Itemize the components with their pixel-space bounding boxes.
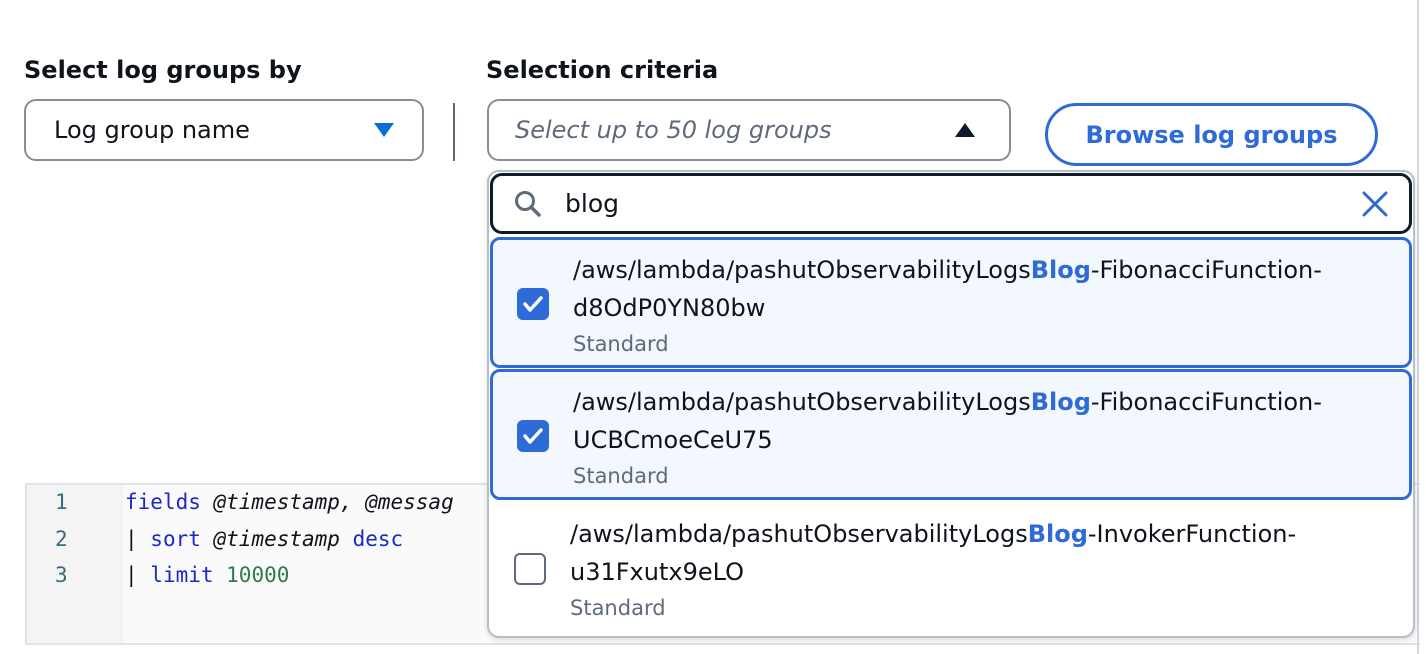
code-line: | sort @timestamp desc xyxy=(125,527,403,551)
log-group-option[interactable]: /aws/lambda/pashutObservabilityLogsBlog-… xyxy=(490,502,1412,636)
log-group-dropdown-panel: blog /aws/lambda/pashutObservabilityLogs… xyxy=(487,170,1415,638)
option-class: Standard xyxy=(573,332,669,356)
code-text: @timestamp xyxy=(200,527,353,551)
browse-log-groups-button[interactable]: Browse log groups xyxy=(1045,103,1378,166)
search-icon xyxy=(515,190,541,217)
checkbox-unchecked[interactable] xyxy=(514,553,546,585)
pipe: | xyxy=(125,527,151,551)
line-gutter xyxy=(27,485,123,643)
option-name-id: UCBCmoeCeU75 xyxy=(573,426,773,454)
keyword: desc xyxy=(352,527,404,551)
log-group-search-input[interactable]: blog xyxy=(490,173,1412,234)
option-name-prefix: /aws/lambda/pashutObservabilityLogs xyxy=(570,520,1028,548)
number: 10000 xyxy=(213,563,290,587)
option-name-match: Blog xyxy=(1030,256,1091,284)
option-name-suffix: -InvokerFunction- xyxy=(1087,520,1297,548)
option-name-id: d8OdP0YN80bw xyxy=(573,294,766,322)
code-text: @timestamp, @messag xyxy=(200,490,454,514)
line-number: 1 xyxy=(55,490,68,514)
select-by-label: Select log groups by xyxy=(24,56,302,84)
log-group-option[interactable]: /aws/lambda/pashutObservabilityLogsBlog-… xyxy=(490,237,1412,368)
check-icon xyxy=(523,428,543,444)
line-number: 3 xyxy=(55,563,68,587)
keyword: sort xyxy=(150,527,201,551)
option-name-match: Blog xyxy=(1030,388,1091,416)
scrollbar[interactable] xyxy=(1417,0,1419,654)
search-value: blog xyxy=(565,189,619,218)
clear-icon[interactable] xyxy=(1361,190,1389,218)
checkbox-checked[interactable] xyxy=(517,420,549,452)
divider xyxy=(453,103,455,161)
caret-down-icon xyxy=(374,123,394,137)
option-name-suffix: -FibonacciFunction- xyxy=(1090,388,1322,416)
code-line: fields @timestamp, @messag xyxy=(125,490,454,514)
selection-criteria-placeholder: Select up to 50 log groups xyxy=(515,116,832,144)
option-class: Standard xyxy=(570,596,666,620)
checkbox-checked[interactable] xyxy=(517,288,549,320)
code-line: | limit 10000 xyxy=(125,563,289,587)
caret-up-icon xyxy=(955,123,975,137)
option-name-suffix: -FibonacciFunction- xyxy=(1090,256,1322,284)
option-name-match: Blog xyxy=(1027,520,1088,548)
selection-criteria-dropdown[interactable]: Select up to 50 log groups xyxy=(487,99,1011,161)
keyword: limit xyxy=(150,563,214,587)
option-name-prefix: /aws/lambda/pashutObservabilityLogs xyxy=(573,256,1031,284)
option-class: Standard xyxy=(573,464,669,488)
option-name-prefix: /aws/lambda/pashutObservabilityLogs xyxy=(573,388,1031,416)
select-by-dropdown[interactable]: Log group name xyxy=(24,99,424,161)
select-by-value: Log group name xyxy=(54,116,250,144)
selection-criteria-label: Selection criteria xyxy=(486,56,719,84)
line-number: 2 xyxy=(55,527,68,551)
pipe: | xyxy=(125,563,151,587)
log-group-option[interactable]: /aws/lambda/pashutObservabilityLogsBlog-… xyxy=(490,369,1412,500)
check-icon xyxy=(523,296,543,312)
keyword: fields xyxy=(125,490,201,514)
option-name-id: u31Fxutx9eLO xyxy=(570,558,745,586)
